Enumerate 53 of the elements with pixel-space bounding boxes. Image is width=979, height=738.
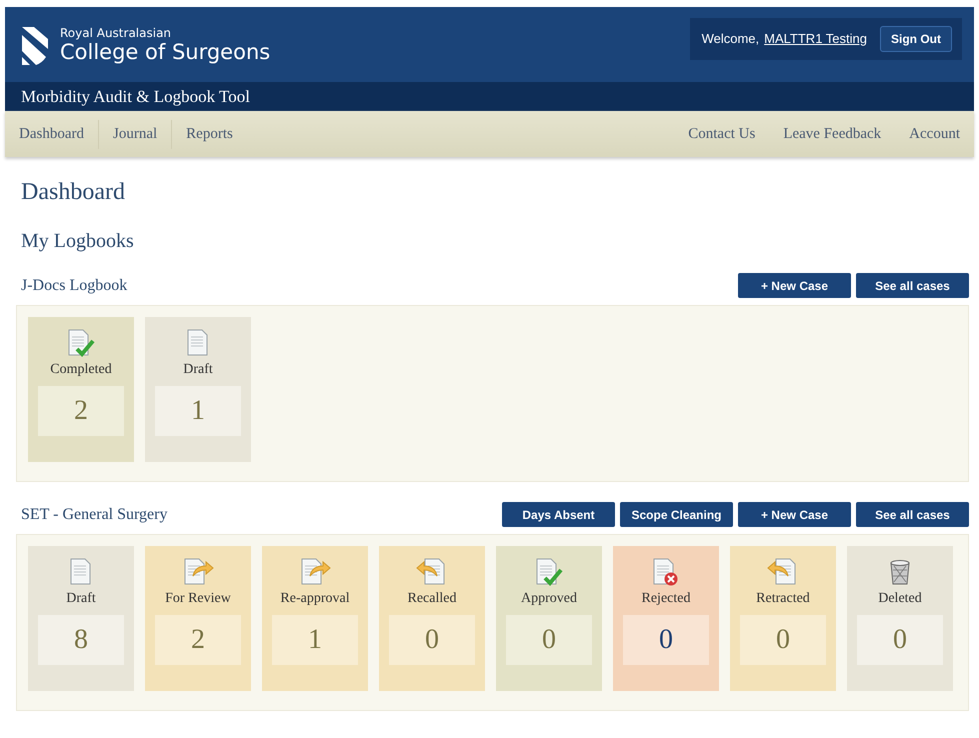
status-count: 0 bbox=[857, 615, 943, 665]
status-count: 0 bbox=[506, 615, 592, 665]
user-link[interactable]: MALTTR1 Testing bbox=[764, 31, 867, 46]
shield-logo-icon bbox=[20, 24, 50, 64]
nav-link[interactable]: Account bbox=[895, 120, 974, 148]
org-name: College of Surgeons bbox=[60, 40, 270, 64]
status-label: For Review bbox=[165, 591, 231, 607]
page-title: Dashboard bbox=[21, 179, 126, 206]
status-tile[interactable]: Re-approval 1 bbox=[262, 546, 368, 691]
nav-link[interactable]: Contact Us bbox=[674, 120, 770, 148]
status-tile[interactable]: Deleted 0 bbox=[847, 546, 953, 691]
section-title: My Logbooks bbox=[21, 230, 135, 253]
action-button[interactable]: See all cases bbox=[856, 502, 969, 527]
status-label: Draft bbox=[66, 591, 96, 607]
status-label: Approved bbox=[521, 591, 577, 607]
action-button[interactable]: See all cases bbox=[856, 273, 969, 298]
status-tile[interactable]: Draft 1 bbox=[145, 317, 251, 462]
app-title: Morbidity Audit & Logbook Tool bbox=[21, 86, 250, 106]
status-label: Draft bbox=[183, 362, 213, 378]
status-label: Rejected bbox=[642, 591, 690, 607]
status-count: 1 bbox=[155, 386, 241, 436]
logbook-title: J-Docs Logbook bbox=[21, 276, 128, 294]
status-label: Retracted bbox=[756, 591, 810, 607]
status-tile[interactable]: Rejected 0 bbox=[613, 546, 719, 691]
action-button[interactable]: Scope Cleaning bbox=[620, 502, 733, 527]
status-label: Re-approval bbox=[280, 591, 350, 607]
status-tile[interactable]: Recalled 0 bbox=[379, 546, 485, 691]
action-button[interactable]: Days Absent bbox=[502, 502, 615, 527]
welcome-text: Welcome, bbox=[702, 31, 760, 46]
status-label: Recalled bbox=[408, 591, 456, 607]
nav-link[interactable]: Dashboard bbox=[5, 120, 99, 148]
status-count: 8 bbox=[38, 615, 124, 665]
nav-link[interactable]: Journal bbox=[98, 120, 172, 148]
status-label: Completed bbox=[50, 362, 112, 378]
nav-link[interactable]: Reports bbox=[172, 120, 247, 148]
status-tile[interactable]: For Review 2 bbox=[145, 546, 251, 691]
sign-out-button[interactable]: Sign Out bbox=[880, 26, 952, 52]
status-count: 0 bbox=[623, 615, 709, 665]
status-count: 0 bbox=[740, 615, 826, 665]
status-count: 0 bbox=[389, 615, 475, 665]
status-count: 2 bbox=[155, 615, 241, 665]
status-tile[interactable]: Approved 0 bbox=[496, 546, 602, 691]
nav-link[interactable]: Leave Feedback bbox=[769, 120, 896, 148]
status-tile[interactable]: Completed 2 bbox=[28, 317, 134, 462]
logbook-title: SET - General Surgery bbox=[21, 506, 168, 524]
org-name-line: Royal Australasian bbox=[60, 26, 172, 40]
action-button[interactable]: + New Case bbox=[738, 502, 851, 527]
status-tile[interactable]: Retracted 0 bbox=[730, 546, 836, 691]
status-tile[interactable]: Draft 8 bbox=[28, 546, 134, 691]
status-count: 1 bbox=[272, 615, 358, 665]
status-count: 2 bbox=[38, 386, 124, 436]
action-button[interactable]: + New Case bbox=[738, 273, 851, 298]
status-label: Deleted bbox=[878, 591, 922, 607]
